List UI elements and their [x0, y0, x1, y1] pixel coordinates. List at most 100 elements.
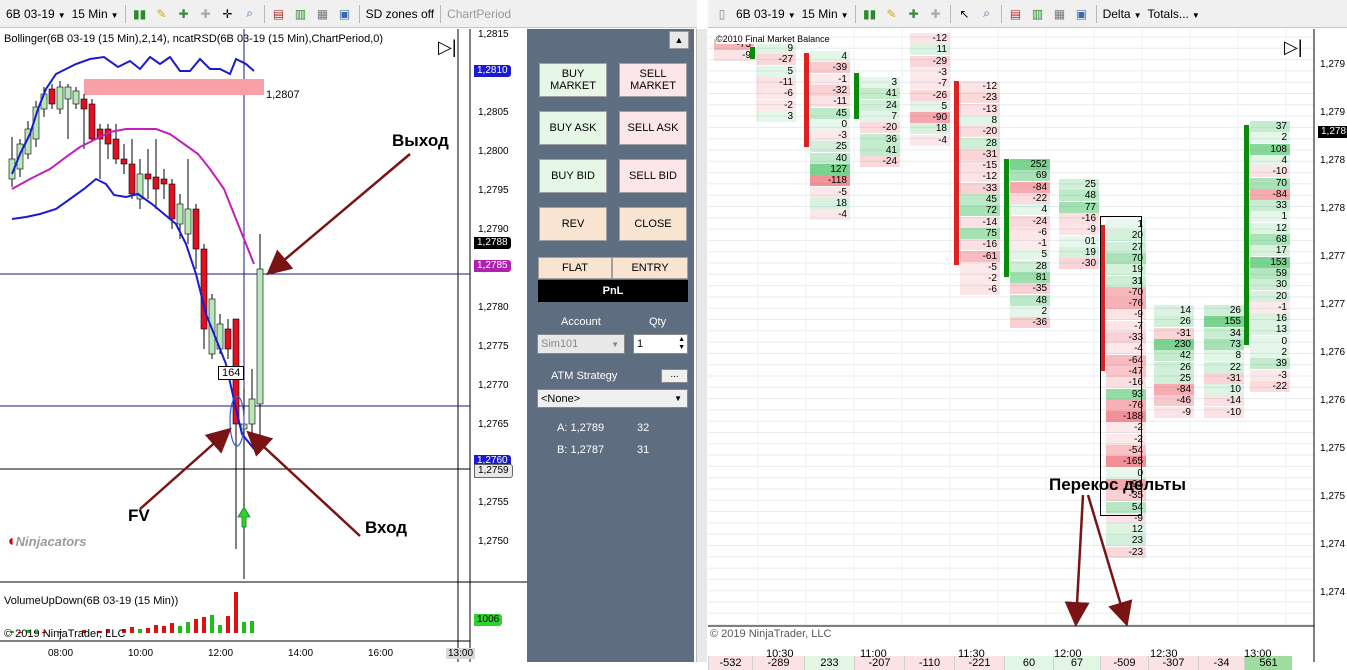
reverse-button[interactable]: REV [539, 207, 607, 241]
footprint-cell: 34 [1204, 327, 1244, 339]
chart-period-button[interactable]: ChartPeriod [447, 7, 511, 21]
y-tick-label: 1,275 [1320, 443, 1346, 454]
pencil-icon[interactable]: ✎ [884, 6, 900, 22]
footprint-cell: 8 [1204, 350, 1244, 362]
crosshair-icon[interactable]: ✛ [220, 6, 236, 22]
chevron-down-icon: ▼ [787, 10, 796, 20]
jump-to-latest-icon[interactable]: ▷| [1284, 37, 1303, 58]
instrument-selector[interactable]: 6B 03-19 ▼ [736, 7, 796, 21]
footprint-cell: -35 [1010, 283, 1050, 295]
atm-strategy-select[interactable]: <None> ▼ [537, 389, 688, 408]
tab-icon: ▯ [718, 6, 726, 21]
zoom-icon[interactable]: ⌕ [979, 6, 995, 22]
right-chart-toolbar: ▯ 6B 03-19 ▼ 15 Min ▼ ▮▮ ✎ ✚ ✚ ↖ ⌕ ▤ ▥ ▦ ▣… [708, 0, 1347, 28]
delta-label: Delta [1102, 6, 1131, 21]
price-chart-panel[interactable]: Bollinger(6B 03-19 (15 Min),2,14), ncatR… [0, 29, 527, 662]
candle-body [144, 173, 152, 180]
copyright-label: © 2019 NinjaTrader, LLC [710, 628, 832, 640]
strategies-icon[interactable]: ▥ [1030, 6, 1046, 22]
y-tick-label: 1,278 [1320, 155, 1346, 166]
y-tick-label: 1,2770 [478, 380, 509, 391]
footprint-cell: -2 [756, 99, 796, 111]
sell-market-button[interactable]: SELL MARKET [619, 63, 687, 97]
pin-icon[interactable]: ✚ [198, 6, 214, 22]
cursor-icon[interactable]: ↖ [957, 6, 973, 22]
y-tick-label: 1,2775 [478, 341, 509, 352]
footprint-cell: -7 [910, 78, 950, 90]
strategies-icon[interactable]: ▥ [293, 6, 309, 22]
sd-zones-toggle[interactable]: SD zones off [366, 7, 434, 21]
footprint-cell: 4 [1010, 204, 1050, 216]
pin-icon[interactable]: ✚ [928, 6, 944, 22]
zoom-icon[interactable]: ⌕ [242, 6, 258, 22]
indicators-icon[interactable]: ▤ [1008, 6, 1024, 22]
price-chart-canvas[interactable] [0, 29, 527, 662]
instrument-selector[interactable]: 6B 03-19 ▼ [6, 7, 66, 21]
footprint-cell: 70 [1250, 177, 1290, 189]
sell-bid-button[interactable]: SELL BID [619, 159, 687, 193]
bid-quote-label: B: 1,2787 [557, 444, 605, 456]
y-tick-label: 1,277 [1320, 251, 1346, 262]
footprint-cell: -84 [1250, 188, 1290, 200]
buy-market-button[interactable]: BUY MARKET [539, 63, 607, 97]
sell-ask-button[interactable]: SELL ASK [619, 111, 687, 145]
footprint-cell: 18 [910, 123, 950, 135]
candle-body [224, 328, 232, 350]
timeframe-selector[interactable]: 15 Min ▼ [72, 7, 119, 21]
close-button[interactable]: CLOSE [619, 207, 687, 241]
templates-icon[interactable]: ▦ [315, 6, 331, 22]
strategy-icon[interactable]: ✚ [906, 6, 922, 22]
footprint-cell: 5 [756, 65, 796, 77]
entry-button[interactable]: ENTRY [612, 257, 688, 279]
delta-selector[interactable]: Delta ▼ [1103, 7, 1142, 21]
templates-icon[interactable]: ▦ [1052, 6, 1068, 22]
account-select[interactable]: Sim101 ▼ [537, 334, 625, 354]
left-window-scrollbar[interactable] [696, 29, 707, 662]
y-tick-label: 1,276 [1320, 395, 1346, 406]
bar-type-icon[interactable]: ▮▮ [862, 6, 878, 22]
volume-bar [146, 628, 150, 633]
chevron-down-icon: ▼ [110, 10, 119, 20]
buy-bid-button[interactable]: BUY BID [539, 159, 607, 193]
flat-button[interactable]: FLAT [538, 257, 612, 279]
footprint-cell: -84 [1154, 384, 1194, 396]
atm-strategy-button[interactable]: ... [661, 369, 688, 383]
x-tick-label: 13:00 [1244, 648, 1272, 660]
footprint-cell: 5 [910, 100, 950, 112]
collapse-button[interactable]: ▲ [669, 31, 689, 49]
volume-bar [234, 592, 238, 633]
volume-bar [186, 622, 190, 633]
timeframe-selector[interactable]: 15 Min ▼ [802, 7, 849, 21]
toolbar-divider [1095, 4, 1097, 23]
totals-selector[interactable]: Totals... ▼ [1148, 7, 1200, 21]
ask-quote-label: A: 1,2789 [557, 422, 605, 434]
candle-body [176, 203, 184, 225]
footprint-cell: -31 [1154, 327, 1194, 339]
x-tick-label: 12:00 [1054, 648, 1082, 660]
footprint-chart-panel[interactable]: -73 -9 9 -27 5 -11 -6 -2 3 4 -39 -1 -32 -11 45 0 -3 25 40 1… [708, 29, 1347, 670]
volume-bar [218, 625, 222, 633]
candle-count-box: 164 [218, 366, 245, 380]
data-box-icon[interactable]: ▣ [1074, 6, 1090, 22]
footprint-cell: -1 [810, 73, 850, 85]
buy-ask-button[interactable]: BUY ASK [539, 111, 607, 145]
data-box-icon[interactable]: ▣ [337, 6, 353, 22]
pencil-icon[interactable]: ✎ [154, 6, 170, 22]
footprint-cell: -23 [1106, 546, 1146, 558]
last-price-tag: 1,278 [1318, 126, 1347, 138]
y-tick-label: 1,274 [1320, 539, 1346, 550]
footprint-cell: 59 [1250, 267, 1290, 279]
footprint-cell: -3 [1250, 369, 1290, 381]
qty-stepper[interactable]: 1 ▲ ▼ [633, 334, 688, 354]
footprint-cell: 3 [756, 110, 796, 122]
footprint-cell: -24 [860, 156, 900, 168]
candle-body [192, 208, 200, 250]
footprint-cell: 26 [1154, 316, 1194, 328]
jump-to-latest-icon[interactable]: ▷| [438, 37, 457, 58]
bar-type-icon[interactable]: ▮▮ [132, 6, 148, 22]
footprint-cell: 252 [1010, 159, 1050, 170]
indicators-icon[interactable]: ▤ [271, 6, 287, 22]
strategy-icon[interactable]: ✚ [176, 6, 192, 22]
stepper-arrows-icon[interactable]: ▲ ▼ [678, 336, 685, 352]
y-tick-label: 1,276 [1320, 347, 1346, 358]
